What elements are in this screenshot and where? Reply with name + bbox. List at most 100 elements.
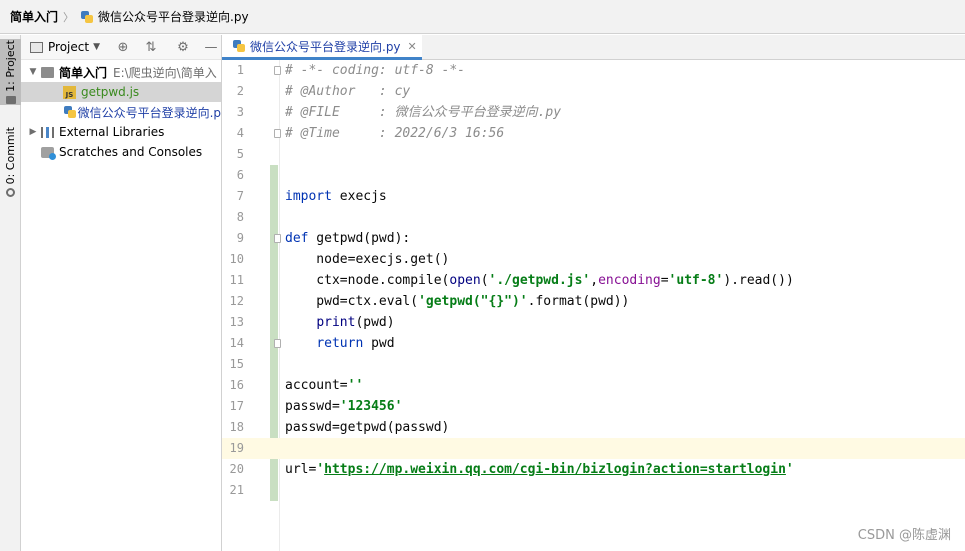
- line-number[interactable]: 21: [222, 480, 244, 501]
- line-number[interactable]: 5: [222, 144, 244, 165]
- collapse-all-icon[interactable]: ⇅: [144, 40, 158, 55]
- project-view-selector[interactable]: Project: [48, 40, 89, 54]
- code-text[interactable]: ctx=node.compile(open('./getpwd.js',enco…: [285, 270, 794, 291]
- code-line[interactable]: 3 # @FILE : 微信公众号平台登录逆向.py: [222, 102, 965, 123]
- code-line[interactable]: 10 node=execjs.get(): [222, 249, 965, 270]
- code-line[interactable]: 5: [222, 144, 965, 165]
- line-number[interactable]: 15: [222, 354, 244, 375]
- tool-tab-commit[interactable]: 0: Commit: [0, 126, 21, 198]
- line-number[interactable]: 7: [222, 186, 244, 207]
- line-number[interactable]: 17: [222, 396, 244, 417]
- tool-tab-project[interactable]: 1: Project: [0, 39, 21, 105]
- watermark: CSDN @陈虚渊: [857, 528, 951, 543]
- tool-tab-project-label: 1: Project: [4, 40, 17, 92]
- code-line[interactable]: 12 pwd=ctx.eval('getpwd("{}")'.format(pw…: [222, 291, 965, 312]
- editor-tab-bar: 微信公众号平台登录逆向.py ✕: [222, 35, 965, 60]
- code-line[interactable]: 18 passwd=getpwd(passwd): [222, 417, 965, 438]
- line-number[interactable]: 6: [222, 165, 244, 186]
- code-text[interactable]: url='https://mp.weixin.qq.com/cgi-bin/bi…: [285, 459, 794, 480]
- tree-item-label: External Libraries: [59, 125, 165, 139]
- line-number[interactable]: 19: [222, 438, 244, 459]
- code-text[interactable]: # @FILE : 微信公众号平台登录逆向.py: [285, 102, 561, 123]
- scratches-icon: [41, 146, 56, 160]
- folder-icon: [5, 95, 16, 104]
- code-text[interactable]: # -*- coding: utf-8 -*-: [285, 60, 465, 81]
- tree-item-label: getpwd.js: [81, 85, 140, 99]
- tree-item-label: Scratches and Consoles: [59, 145, 203, 159]
- chevron-down-icon[interactable]: ▼: [93, 42, 100, 52]
- breadcrumb: 简单入门 〉 微信公众号平台登录逆向.py: [0, 0, 965, 34]
- line-number[interactable]: 8: [222, 207, 244, 228]
- code-line[interactable]: 19: [222, 438, 965, 459]
- code-line[interactable]: 16 account='': [222, 375, 965, 396]
- folder-icon: [41, 66, 54, 78]
- code-text[interactable]: pwd=ctx.eval('getpwd("{}")'.format(pwd)): [285, 291, 629, 312]
- line-number[interactable]: 4: [222, 123, 244, 144]
- code-text[interactable]: import execjs: [285, 186, 387, 207]
- code-line[interactable]: 8: [222, 207, 965, 228]
- tree-item-project-root[interactable]: ▼ 简单入门 E:\爬虫逆向\简单入: [21, 62, 221, 82]
- tree-item-py-file[interactable]: 微信公众号平台登录逆向.p: [21, 102, 221, 122]
- tree-item-label: 简单入门: [59, 65, 108, 80]
- code-text[interactable]: # @Time : 2022/6/3 16:56: [285, 123, 504, 144]
- gear-icon[interactable]: ⚙: [176, 40, 190, 55]
- code-line[interactable]: 4 # @Time : 2022/6/3 16:56: [222, 123, 965, 144]
- hide-panel-icon[interactable]: —: [204, 40, 218, 55]
- code-line[interactable]: 7 import execjs: [222, 186, 965, 207]
- js-file-icon: JS: [63, 85, 76, 99]
- line-number[interactable]: 13: [222, 312, 244, 333]
- editor-tab-active[interactable]: 微信公众号平台登录逆向.py ✕: [222, 35, 422, 60]
- code-line[interactable]: 13 print(pwd): [222, 312, 965, 333]
- line-number[interactable]: 10: [222, 249, 244, 270]
- code-text[interactable]: node=execjs.get(): [285, 249, 449, 270]
- tool-tab-commit-label: 0: Commit: [4, 126, 17, 185]
- code-text[interactable]: def getpwd(pwd):: [285, 228, 410, 249]
- code-text[interactable]: account='': [285, 375, 363, 396]
- line-number[interactable]: 9: [222, 228, 244, 249]
- project-panel: Project ▼ ⊕ ⇅ ⚙ — ▼ 简单入门 E:\爬虫逆向\简单入 JS …: [21, 35, 222, 551]
- code-text[interactable]: passwd=getpwd(passwd): [285, 417, 449, 438]
- code-text[interactable]: return pwd: [285, 333, 394, 354]
- code-line[interactable]: 14 return pwd: [222, 333, 965, 354]
- code-line[interactable]: 1 # -*- coding: utf-8 -*-: [222, 60, 965, 81]
- code-line[interactable]: 9 def getpwd(pwd):: [222, 228, 965, 249]
- line-number[interactable]: 16: [222, 375, 244, 396]
- code-line[interactable]: 20 url='https://mp.weixin.qq.com/cgi-bin/…: [222, 459, 965, 480]
- line-number[interactable]: 20: [222, 459, 244, 480]
- tree-item-getpwd-js[interactable]: JS getpwd.js: [21, 82, 221, 102]
- code-text[interactable]: passwd='123456': [285, 396, 402, 417]
- code-text[interactable]: # @Author : cy: [285, 81, 410, 102]
- code-text[interactable]: print(pwd): [285, 312, 394, 333]
- project-panel-header: Project ▼ ⊕ ⇅ ⚙ —: [21, 35, 221, 60]
- tree-item-external-libraries[interactable]: ▶ External Libraries: [21, 122, 221, 142]
- locate-icon[interactable]: ⊕: [116, 40, 130, 55]
- line-number[interactable]: 12: [222, 291, 244, 312]
- line-number[interactable]: 2: [222, 81, 244, 102]
- line-number[interactable]: 14: [222, 333, 244, 354]
- code-line[interactable]: 6: [222, 165, 965, 186]
- editor-tab-label: 微信公众号平台登录逆向.py: [250, 39, 401, 54]
- line-number[interactable]: 3: [222, 102, 244, 123]
- line-number[interactable]: 1: [222, 60, 244, 81]
- library-icon: [41, 126, 54, 138]
- code-line[interactable]: 11 ctx=node.compile(open('./getpwd.js',e…: [222, 270, 965, 291]
- line-number[interactable]: 18: [222, 417, 244, 438]
- code-line[interactable]: 21: [222, 480, 965, 501]
- python-file-icon: [80, 10, 94, 24]
- breadcrumb-project[interactable]: 简单入门: [10, 8, 58, 25]
- code-line[interactable]: 2 # @Author : cy: [222, 81, 965, 102]
- tool-window-strip: 1: Project 0: Commit: [0, 35, 21, 551]
- chevron-right-icon[interactable]: ▶: [27, 127, 39, 137]
- commit-icon: [6, 188, 15, 198]
- tree-item-path: E:\爬虫逆向\简单入: [113, 65, 217, 80]
- code-line[interactable]: 15: [222, 354, 965, 375]
- code-editor[interactable]: 1 # -*- coding: utf-8 -*- 2 # @Author : cy 3…: [222, 60, 965, 551]
- python-file-icon: [63, 105, 76, 119]
- code-line[interactable]: 17 passwd='123456': [222, 396, 965, 417]
- chevron-down-icon[interactable]: ▼: [27, 67, 39, 77]
- line-number[interactable]: 11: [222, 270, 244, 291]
- tree-item-scratches[interactable]: Scratches and Consoles: [21, 142, 221, 162]
- close-icon[interactable]: ✕: [408, 40, 417, 53]
- breadcrumb-file[interactable]: 微信公众号平台登录逆向.py: [98, 8, 249, 25]
- python-file-icon: [232, 39, 246, 53]
